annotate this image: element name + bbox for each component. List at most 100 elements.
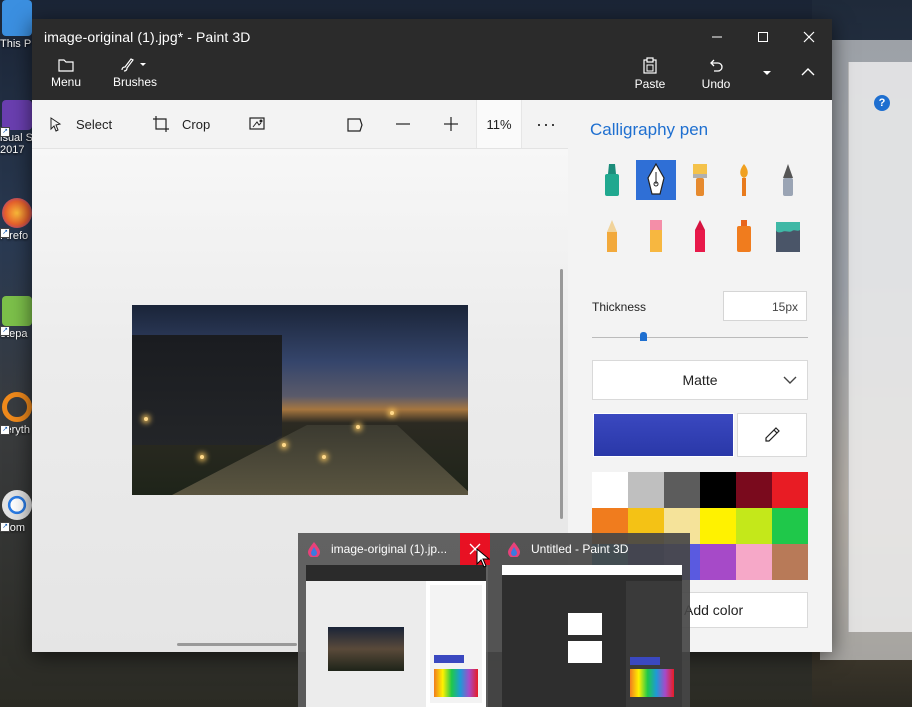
zoom-value: 11% <box>486 116 512 132</box>
palette-swatch[interactable] <box>592 472 628 508</box>
view-3d-tool[interactable] <box>346 100 376 148</box>
spray-can-button[interactable] <box>724 216 764 256</box>
palette-swatch[interactable] <box>700 472 736 508</box>
watercolor-icon <box>740 164 748 196</box>
palette-swatch[interactable] <box>700 508 736 544</box>
undo-icon <box>710 59 723 72</box>
undo-button[interactable]: Undo <box>698 57 734 91</box>
menu-label: Menu <box>50 75 82 89</box>
shortcut-arrow-icon: ↗ <box>0 425 10 435</box>
photo-lamp <box>282 443 286 447</box>
window-title: image-original (1).jpg* - Paint 3D <box>44 29 251 45</box>
thumbnail-title: image-original (1).jp... <box>331 542 448 556</box>
close-icon <box>803 31 815 43</box>
more-options-button[interactable]: ··· <box>536 100 557 148</box>
palette-swatch[interactable] <box>736 544 772 580</box>
pencil-icon <box>607 220 617 252</box>
notepad-icon <box>2 296 32 326</box>
canvas-image[interactable] <box>132 305 468 495</box>
photo-lamp <box>322 455 326 459</box>
chevron-up-icon <box>801 68 815 76</box>
crop-tool[interactable]: Crop <box>152 100 210 148</box>
collapse-ribbon-button[interactable] <box>796 67 820 79</box>
palette-swatch[interactable] <box>700 544 736 580</box>
finish-value: Matte <box>682 372 718 388</box>
fill-button[interactable] <box>768 216 808 256</box>
add-color-label: Add color <box>684 602 744 618</box>
paste-button[interactable]: Paste <box>632 57 668 91</box>
thickness-slider[interactable] <box>592 337 808 338</box>
fill-bucket-icon <box>776 222 800 252</box>
menu-button[interactable]: Menu <box>48 57 84 89</box>
eyedropper-button[interactable] <box>737 413 807 457</box>
crayon-button[interactable] <box>680 216 720 256</box>
title-bar[interactable]: image-original (1).jpg* - Paint 3D <box>32 19 832 55</box>
vertical-scrollbar[interactable] <box>560 269 563 519</box>
calligraphy-pen-button[interactable] <box>636 160 676 200</box>
magic-select-tool[interactable] <box>248 100 278 148</box>
minimize-button[interactable] <box>694 19 740 55</box>
brushes-label: Brushes <box>112 75 158 89</box>
thickness-input[interactable]: 15px <box>723 291 807 321</box>
select-tool[interactable]: Select <box>48 100 112 148</box>
marker-brush-button[interactable] <box>592 160 632 200</box>
help-icon[interactable]: ? <box>874 95 890 111</box>
pixel-pen-icon <box>783 164 793 196</box>
monitor-icon <box>2 0 32 36</box>
thickness-slider-thumb[interactable] <box>639 332 647 341</box>
photo-lamp <box>390 411 394 415</box>
desktop-icon-this-pc[interactable]: This P <box>0 0 34 50</box>
paint3d-icon <box>308 542 320 557</box>
oil-brush-icon <box>693 164 707 196</box>
photo-lamp <box>200 455 204 459</box>
current-color-swatch[interactable] <box>593 413 734 457</box>
palette-swatch[interactable] <box>664 472 700 508</box>
magic-select-icon <box>249 117 265 130</box>
background-window-panel <box>848 62 912 632</box>
more-dots-icon: ··· <box>536 113 557 134</box>
paint3d-icon <box>508 542 520 557</box>
eraser-icon <box>650 220 662 252</box>
thumbnail-title: Untitled - Paint 3D <box>531 542 629 556</box>
select-label: Select <box>76 116 113 132</box>
chrome-icon <box>2 490 32 520</box>
more-dropdown-button[interactable] <box>754 69 780 79</box>
thumbnail-image <box>502 565 682 707</box>
mouse-cursor-icon <box>476 548 490 568</box>
palette-swatch[interactable] <box>736 508 772 544</box>
thumbnail-image-original[interactable]: image-original (1).jp... <box>298 533 490 707</box>
palette-swatch[interactable] <box>736 472 772 508</box>
shortcut-arrow-icon: ↗ <box>0 228 10 238</box>
close-button[interactable] <box>786 19 832 55</box>
finish-dropdown[interactable]: Matte <box>592 360 808 400</box>
undo-label: Undo <box>701 77 731 91</box>
chevron-down-icon <box>763 71 771 75</box>
photo-lamp <box>144 417 148 421</box>
zoom-in-button[interactable] <box>442 100 472 148</box>
pencil-brush-button[interactable] <box>592 216 632 256</box>
shortcut-arrow-icon: ↗ <box>0 127 10 137</box>
palette-swatch[interactable] <box>772 508 808 544</box>
select-arrow-icon <box>50 117 62 132</box>
maximize-button[interactable] <box>740 19 786 55</box>
palette-swatch[interactable] <box>772 472 808 508</box>
eraser-button[interactable] <box>636 216 676 256</box>
zoom-out-button[interactable] <box>394 100 424 148</box>
eyedropper-icon <box>765 427 780 442</box>
palette-swatch[interactable] <box>628 472 664 508</box>
pixel-pen-button[interactable] <box>768 160 808 200</box>
zoom-level[interactable]: 11% <box>476 100 522 148</box>
oil-brush-button[interactable] <box>680 160 720 200</box>
watercolor-brush-button[interactable] <box>724 160 764 200</box>
thumbnail-header: Untitled - Paint 3D <box>498 533 688 565</box>
shortcut-arrow-icon: ↗ <box>0 522 10 532</box>
maximize-icon <box>758 32 768 42</box>
horizontal-scrollbar[interactable] <box>177 643 297 646</box>
palette-swatch[interactable] <box>772 544 808 580</box>
brushes-button[interactable]: Brushes <box>112 57 158 89</box>
minus-icon <box>396 123 410 125</box>
crop-label: Crop <box>182 116 211 132</box>
thumbnail-untitled[interactable]: Untitled - Paint 3D <box>498 533 688 707</box>
panel-title: Calligraphy pen <box>590 120 709 139</box>
photo-buildings <box>132 335 282 445</box>
